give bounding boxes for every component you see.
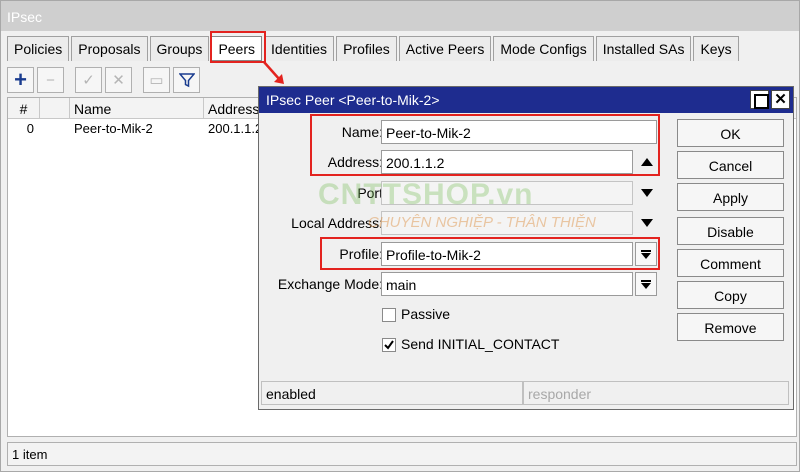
status-role: responder bbox=[523, 381, 789, 405]
exchange-mode-row: Exchange Mode: main bbox=[259, 272, 679, 296]
initial-contact-checkbox[interactable] bbox=[382, 338, 396, 352]
triangle-down-icon bbox=[641, 219, 653, 227]
row-flags bbox=[40, 119, 70, 138]
dialog-action-buttons: OK Cancel Apply Disable Comment Copy Rem… bbox=[677, 119, 785, 345]
tab-groups[interactable]: Groups bbox=[149, 36, 210, 61]
comment-button[interactable]: Comment bbox=[677, 249, 784, 277]
peers-tab-highlight bbox=[210, 31, 266, 63]
copy-button[interactable]: Copy bbox=[677, 281, 784, 309]
arrow-icon bbox=[263, 61, 284, 84]
triangle-down-icon bbox=[641, 189, 653, 197]
plus-icon: + bbox=[14, 67, 27, 92]
tab-bar: Policies Proposals Groups Peers Identiti… bbox=[7, 36, 741, 61]
row-number: 0 bbox=[26, 121, 34, 136]
watermark-tagline: CHUYÊN NGHIỆP - THÂN THIỆN bbox=[368, 214, 596, 231]
check-icon: ✓ bbox=[82, 72, 95, 89]
disable-button[interactable]: Disable bbox=[677, 217, 784, 245]
item-count: 1 item bbox=[7, 442, 797, 466]
remove-button[interactable]: − bbox=[37, 67, 64, 93]
filter-button[interactable] bbox=[173, 67, 200, 93]
tab-identities[interactable]: Identities bbox=[264, 36, 335, 61]
tab-installed-sas[interactable]: Installed SAs bbox=[595, 36, 692, 61]
exchange-mode-label: Exchange Mode: bbox=[277, 276, 383, 292]
tab-proposals[interactable]: Proposals bbox=[71, 36, 148, 61]
comment-icon: ▭ bbox=[149, 72, 164, 89]
tab-mode-configs[interactable]: Mode Configs bbox=[493, 36, 594, 61]
apply-button[interactable]: Apply bbox=[677, 183, 784, 211]
tab-profiles[interactable]: Profiles bbox=[336, 36, 397, 61]
column-header-number[interactable]: # bbox=[8, 98, 40, 118]
status-enabled: enabled bbox=[261, 381, 523, 405]
exchange-mode-select[interactable]: main bbox=[381, 272, 633, 296]
window-title: IPsec bbox=[1, 1, 799, 31]
add-button[interactable]: + bbox=[7, 67, 34, 93]
initial-contact-label: Send INITIAL_CONTACT bbox=[401, 336, 560, 352]
column-header-name[interactable]: Name bbox=[70, 98, 204, 118]
expand-local-address-button[interactable] bbox=[636, 211, 658, 235]
column-header-flags bbox=[40, 98, 70, 118]
dialog-title-text: IPsec Peer <Peer-to-Mik-2> bbox=[266, 92, 440, 108]
dropdown-bar bbox=[641, 279, 651, 282]
watermark-logo: CNTTSHOP.vn bbox=[318, 178, 534, 211]
passive-label: Passive bbox=[401, 306, 451, 322]
dialog-title: IPsec Peer <Peer-to-Mik-2> ✕ bbox=[259, 87, 793, 113]
minus-icon: − bbox=[46, 71, 55, 89]
dialog-status-bar: enabled responder bbox=[261, 381, 789, 405]
close-button[interactable]: ✕ bbox=[771, 90, 790, 109]
ok-button[interactable]: OK bbox=[677, 119, 784, 147]
dialog-window-controls: ✕ bbox=[748, 90, 790, 109]
tab-policies[interactable]: Policies bbox=[7, 36, 70, 61]
name-address-highlight bbox=[310, 114, 660, 176]
tab-keys[interactable]: Keys bbox=[693, 36, 739, 61]
maximize-button[interactable] bbox=[750, 90, 769, 109]
remove-button[interactable]: Remove bbox=[677, 313, 784, 341]
x-icon: ✕ bbox=[112, 72, 125, 89]
checkmark-icon bbox=[384, 340, 394, 350]
cancel-button[interactable]: Cancel bbox=[677, 151, 784, 179]
exchange-mode-dropdown-button[interactable] bbox=[635, 272, 657, 296]
passive-checkbox[interactable] bbox=[382, 308, 396, 322]
toolbar: + − ✓ ✕ ▭ bbox=[7, 66, 203, 94]
tab-active-peers[interactable]: Active Peers bbox=[398, 36, 492, 61]
expand-port-button[interactable] bbox=[636, 181, 658, 205]
row-name: Peer-to-Mik-2 bbox=[74, 121, 153, 136]
filter-icon bbox=[178, 73, 195, 88]
close-icon: ✕ bbox=[774, 91, 787, 108]
disable-button[interactable]: ✕ bbox=[105, 67, 132, 93]
profile-highlight bbox=[320, 237, 660, 270]
enable-button[interactable]: ✓ bbox=[75, 67, 102, 93]
comment-button[interactable]: ▭ bbox=[143, 67, 170, 93]
chevron-down-icon bbox=[641, 282, 651, 289]
